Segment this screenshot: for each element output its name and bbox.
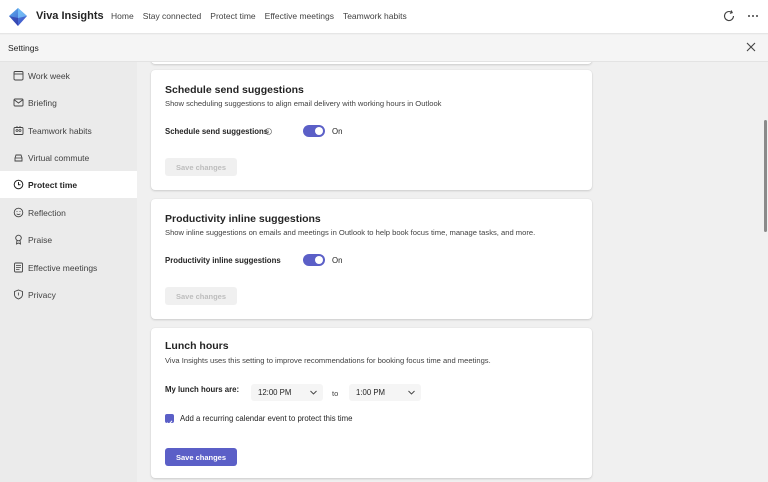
close-icon[interactable] xyxy=(745,41,757,53)
sidebar-item-briefing[interactable]: Briefing xyxy=(0,89,137,116)
card-description: Viva Insights uses this setting to impro… xyxy=(165,356,491,365)
settings-header: Settings xyxy=(0,35,768,62)
viva-insights-logo-icon xyxy=(9,8,27,26)
chevron-down-icon xyxy=(310,390,317,395)
sidebar-item-label: Teamwork habits xyxy=(28,126,92,136)
card-title: Productivity inline suggestions xyxy=(165,213,321,225)
nav-effective-meetings[interactable]: Effective meetings xyxy=(265,11,334,21)
lunch-hours-card: Lunch hours Viva Insights uses this sett… xyxy=(151,328,592,478)
recurring-event-checkbox[interactable] xyxy=(165,414,174,426)
sidebar-item-virtual-commute[interactable]: Virtual commute xyxy=(0,144,137,171)
top-nav: Home Stay connected Protect time Effecti… xyxy=(111,11,416,21)
select-value: 12:00 PM xyxy=(258,388,292,397)
nav-home[interactable]: Home xyxy=(111,11,134,21)
app-header: Viva Insights Home Stay connected Protec… xyxy=(0,0,768,34)
checkbox-label: Add a recurring calendar event to protec… xyxy=(180,414,353,423)
lunch-end-select[interactable]: 1:00 PM xyxy=(349,384,421,401)
schedule-send-card: Schedule send suggestions Show schedulin… xyxy=(151,70,592,190)
chevron-down-icon xyxy=(408,390,415,395)
more-options-icon[interactable] xyxy=(746,9,760,23)
clock-icon xyxy=(13,179,24,190)
settings-title: Settings xyxy=(8,43,39,53)
to-label: to xyxy=(332,389,339,398)
sidebar-item-praise[interactable]: Praise xyxy=(0,226,137,253)
emoji-icon xyxy=(13,207,24,218)
nav-protect-time[interactable]: Protect time xyxy=(210,11,255,21)
lunch-start-select[interactable]: 12:00 PM xyxy=(251,384,323,401)
card-description: Show inline suggestions on emails and me… xyxy=(165,228,536,237)
sidebar-item-label: Protect time xyxy=(28,180,78,190)
sidebar-item-effective-meetings[interactable]: Effective meetings xyxy=(0,254,137,281)
scrollbar[interactable] xyxy=(764,120,767,232)
card-title: Lunch hours xyxy=(165,340,229,352)
sidebar-item-label: Work week xyxy=(28,71,70,81)
app-title: Viva Insights xyxy=(36,10,104,22)
productivity-card: Productivity inline suggestions Show inl… xyxy=(151,199,592,319)
sidebar-item-teamwork-habits[interactable]: Teamwork habits xyxy=(0,117,137,144)
car-icon xyxy=(14,154,23,162)
setting-label: Productivity inline suggestions xyxy=(165,256,281,265)
people-icon xyxy=(13,126,24,135)
lunch-hours-label: My lunch hours are: xyxy=(165,385,240,394)
checkmark-icon xyxy=(166,420,173,426)
sidebar-item-label: Reflection xyxy=(28,208,66,218)
sidebar-item-label: Virtual commute xyxy=(28,153,90,163)
sidebar-item-privacy[interactable]: Privacy xyxy=(0,281,137,308)
productivity-toggle[interactable] xyxy=(303,254,325,266)
shield-icon xyxy=(14,289,23,300)
ribbon-icon xyxy=(15,234,22,245)
refresh-icon[interactable] xyxy=(722,9,736,23)
schedule-send-toggle[interactable] xyxy=(303,125,325,137)
card-title: Schedule send suggestions xyxy=(165,84,304,96)
toggle-state: On xyxy=(332,127,343,136)
select-value: 1:00 PM xyxy=(356,388,386,397)
card-description: Show scheduling suggestions to align ema… xyxy=(165,99,442,108)
document-icon xyxy=(14,262,23,273)
nav-stay-connected[interactable]: Stay connected xyxy=(143,11,202,21)
setting-label: Schedule send suggestions xyxy=(165,127,269,136)
sidebar-item-label: Effective meetings xyxy=(28,263,98,273)
sidebar-item-label: Praise xyxy=(28,235,53,245)
mail-icon xyxy=(13,98,24,107)
save-changes-button[interactable]: Save changes xyxy=(165,158,237,176)
nav-teamwork-habits[interactable]: Teamwork habits xyxy=(343,11,407,21)
settings-content: Schedule send suggestions Show schedulin… xyxy=(137,62,768,482)
sidebar-item-label: Privacy xyxy=(28,290,56,300)
sidebar-item-protect-time[interactable]: Protect time xyxy=(0,171,137,198)
calendar-icon xyxy=(13,71,24,81)
sidebar-item-reflection[interactable]: Reflection xyxy=(0,199,137,226)
save-changes-button[interactable]: Save changes xyxy=(165,287,237,305)
sidebar-item-label: Briefing xyxy=(28,98,57,108)
save-changes-button[interactable]: Save changes xyxy=(165,448,237,466)
toggle-state: On xyxy=(332,256,343,265)
settings-sidebar: Work week Briefing Teamwork habits Virtu… xyxy=(0,62,137,482)
previous-card xyxy=(151,62,592,64)
info-icon[interactable] xyxy=(265,128,272,135)
sidebar-item-work-week[interactable]: Work week xyxy=(0,62,137,89)
